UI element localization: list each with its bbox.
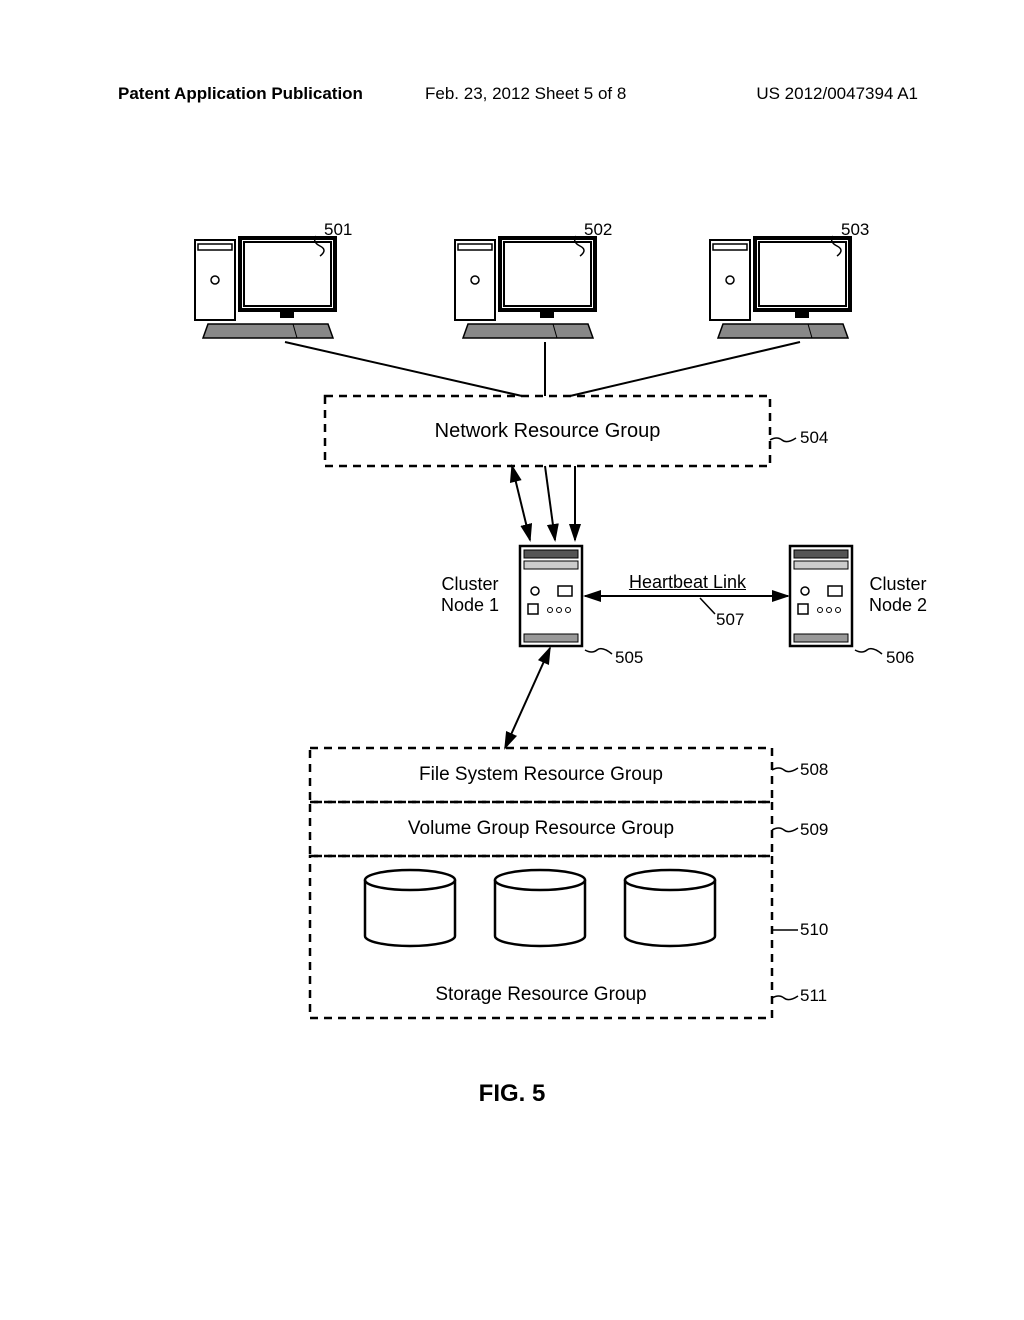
ref-505: 505	[615, 648, 643, 668]
ref-503: 503	[841, 220, 869, 240]
ref-511: 511	[800, 986, 827, 1006]
figure-5-diagram	[0, 0, 1024, 1320]
file-system-resource-group-label: File System Resource Group	[310, 764, 772, 786]
storage-cylinder-icon	[625, 870, 715, 946]
workstation-503-icon	[710, 238, 850, 338]
volume-group-resource-group-label: Volume Group Resource Group	[310, 818, 772, 840]
cluster-node-1-icon	[520, 546, 582, 646]
storage-cylinder-icon	[495, 870, 585, 946]
page: Patent Application Publication Feb. 23, …	[0, 0, 1024, 1320]
figure-caption: FIG. 5	[0, 1080, 1024, 1108]
storage-cylinder-icon	[365, 870, 455, 946]
ref-508: 508	[800, 760, 828, 780]
cluster-node-2-icon	[790, 546, 852, 646]
network-resource-group-label: Network Resource Group	[325, 420, 770, 443]
workstation-501-icon	[195, 238, 335, 338]
ref-504: 504	[800, 428, 828, 448]
heartbeat-link-label: Heartbeat Link	[595, 572, 780, 593]
ref-510: 510	[800, 920, 828, 940]
ref-502: 502	[584, 220, 612, 240]
workstation-502-icon	[455, 238, 595, 338]
ref-509: 509	[800, 820, 828, 840]
ref-501: 501	[324, 220, 352, 240]
cluster-node-2-label: Cluster Node 2	[858, 574, 938, 616]
ref-507: 507	[716, 610, 744, 630]
ref-506: 506	[886, 648, 914, 668]
cluster-node-1-label: Cluster Node 1	[430, 574, 510, 616]
storage-resource-group-label: Storage Resource Group	[310, 984, 772, 1006]
